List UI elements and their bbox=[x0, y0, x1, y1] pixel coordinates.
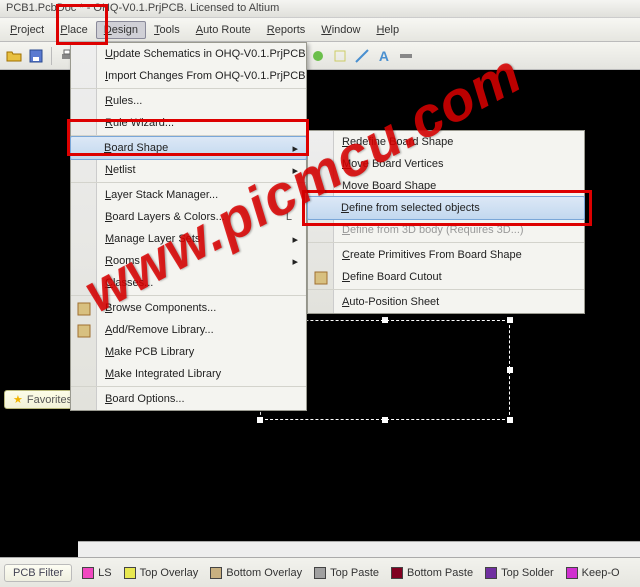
menu-item[interactable]: Define Board Cutout bbox=[308, 266, 584, 290]
menu-item[interactable]: Board Layers & Colors...L bbox=[71, 206, 306, 228]
layer-tab[interactable]: Top Paste bbox=[314, 567, 379, 579]
menu-item[interactable]: Make Integrated Library bbox=[71, 363, 306, 387]
menu-item[interactable]: Board Options... bbox=[71, 388, 306, 410]
menu-item[interactable]: Add/Remove Library... bbox=[71, 319, 306, 341]
menu-item[interactable]: Import Changes From OHQ-V0.1.PrjPCB bbox=[71, 65, 306, 89]
menu-item[interactable]: Create Primitives From Board Shape bbox=[308, 244, 584, 266]
menu-project[interactable]: Project bbox=[2, 21, 52, 39]
menu-item[interactable]: Browse Components... bbox=[71, 297, 306, 319]
menu-item[interactable]: Move Board Vertices bbox=[308, 153, 584, 175]
menu-help[interactable]: Help bbox=[368, 21, 407, 39]
menu-item[interactable]: Update Schematics in OHQ-V0.1.PrjPCB bbox=[71, 43, 306, 65]
menu-window[interactable]: Window bbox=[313, 21, 368, 39]
tool-icon[interactable] bbox=[330, 46, 350, 66]
star-icon: ★ bbox=[13, 393, 23, 406]
menu-auto-route[interactable]: Auto Route bbox=[188, 21, 259, 39]
menu-item[interactable]: Make PCB Library bbox=[71, 341, 306, 363]
lib-icon bbox=[76, 323, 92, 339]
cutout-icon bbox=[313, 270, 329, 286]
text-tool-icon[interactable]: A bbox=[374, 46, 394, 66]
menu-item[interactable]: Layer Stack Manager... bbox=[71, 184, 306, 206]
layer-tab[interactable]: LS bbox=[82, 567, 111, 579]
tool-icon[interactable] bbox=[308, 46, 328, 66]
highlight bbox=[67, 119, 309, 156]
menu-item[interactable]: Manage Layer Sets▸ bbox=[71, 228, 306, 250]
save-icon[interactable] bbox=[26, 46, 46, 66]
layer-tab[interactable]: Top Overlay bbox=[124, 567, 199, 579]
menu-item[interactable]: Rooms▸ bbox=[71, 250, 306, 272]
open-icon[interactable] bbox=[4, 46, 24, 66]
layer-tab[interactable]: Top Solder bbox=[485, 567, 554, 579]
menu-reports[interactable]: Reports bbox=[259, 21, 314, 39]
menu-item[interactable]: Redefine Board Shape bbox=[308, 131, 584, 153]
bottom-bar: PCB Filter LS Top Overlay Bottom Overlay To… bbox=[0, 557, 640, 587]
tool-icon[interactable] bbox=[352, 46, 372, 66]
pcb-filter-tab[interactable]: PCB Filter bbox=[4, 564, 72, 582]
layer-tab[interactable]: Bottom Paste bbox=[391, 567, 473, 579]
design-menu: Update Schematics in OHQ-V0.1.PrjPCBImpo… bbox=[70, 42, 307, 411]
layer-tab[interactable]: Bottom Overlay bbox=[210, 567, 302, 579]
menu-item[interactable]: Rules... bbox=[71, 90, 306, 112]
tool-icon[interactable] bbox=[396, 46, 416, 66]
menu-item[interactable]: Classes... bbox=[71, 272, 306, 296]
menu-tools[interactable]: Tools bbox=[146, 21, 188, 39]
browse-icon bbox=[76, 301, 92, 317]
horizontal-scrollbar[interactable] bbox=[78, 541, 640, 557]
menu-item[interactable]: Auto-Position Sheet bbox=[308, 291, 584, 313]
highlight bbox=[302, 190, 592, 226]
layer-tab[interactable]: Keep-O bbox=[566, 567, 620, 579]
highlight bbox=[56, 4, 108, 45]
menu-item[interactable]: Netlist▸ bbox=[71, 159, 306, 183]
